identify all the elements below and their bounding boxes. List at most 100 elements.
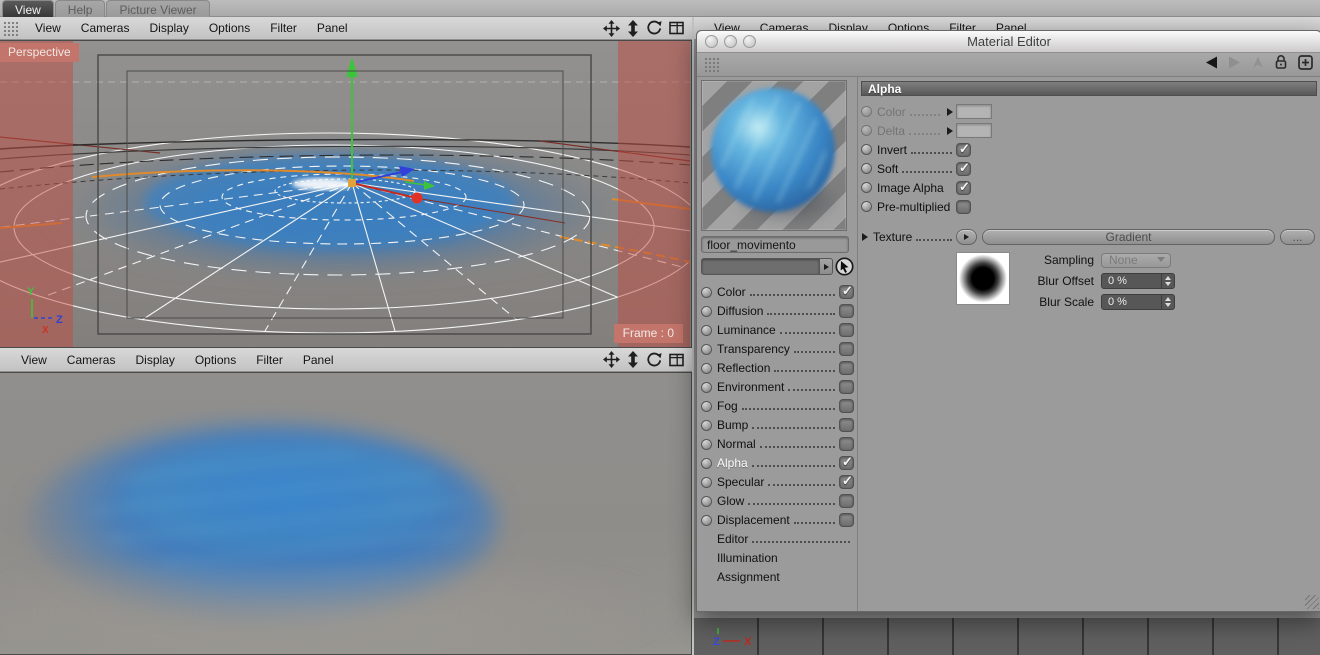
menu-item[interactable]: Options: [185, 353, 246, 367]
channel-row[interactable]: Transparency: [701, 340, 854, 359]
color-swatch[interactable]: [956, 104, 992, 119]
channel-checkbox[interactable]: [839, 513, 854, 527]
perspective-viewport[interactable]: Y Z X Perspective Frame : 0: [0, 40, 692, 348]
window-resize-grip[interactable]: [1305, 595, 1319, 609]
gradient-preview-thumbnail[interactable]: [956, 252, 1010, 305]
channel-row[interactable]: Glow: [701, 492, 854, 511]
channel-checkbox[interactable]: [839, 304, 854, 318]
layout-tab[interactable]: Picture Viewer: [106, 0, 210, 17]
channel-checkbox[interactable]: [839, 473, 854, 489]
texture-gradient-button[interactable]: Gradient: [982, 228, 1275, 245]
channel-row[interactable]: Diffusion: [701, 302, 854, 321]
history-back-icon[interactable]: [1204, 56, 1218, 74]
menu-item[interactable]: Display: [139, 21, 198, 35]
sampling-dropdown[interactable]: None: [1101, 252, 1171, 268]
channel-checkbox[interactable]: [839, 437, 854, 451]
render-viewport[interactable]: [0, 372, 692, 655]
channel-row[interactable]: Luminance: [701, 321, 854, 340]
channel-row[interactable]: Specular: [701, 473, 854, 492]
delta-swatch[interactable]: [956, 123, 992, 138]
channel-row[interactable]: Color: [701, 283, 854, 302]
image-alpha-checkbox[interactable]: [956, 179, 971, 195]
texture-slot-expand-icon[interactable]: [820, 258, 833, 275]
camera-label-badge[interactable]: Perspective: [0, 43, 79, 62]
menu-item[interactable]: Panel: [293, 353, 344, 367]
channel-radio[interactable]: [701, 438, 712, 450]
pick-material-icon[interactable]: [835, 257, 854, 276]
channel-row[interactable]: Reflection: [701, 359, 854, 378]
channel-checkbox[interactable]: [839, 361, 854, 375]
image-alpha-radio[interactable]: [861, 182, 872, 193]
channel-radio[interactable]: [701, 324, 712, 336]
expand-arrow-icon[interactable]: [947, 107, 953, 116]
channel-row[interactable]: Normal: [701, 435, 854, 454]
channel-radio[interactable]: [701, 400, 712, 412]
expand-arrow-icon[interactable]: [947, 126, 953, 135]
menu-item[interactable]: Cameras: [57, 353, 126, 367]
channel-row[interactable]: Bump: [701, 416, 854, 435]
texture-more-button[interactable]: ...: [1280, 228, 1315, 245]
history-forward-icon[interactable]: [1228, 56, 1242, 74]
premultiplied-radio[interactable]: [861, 201, 872, 212]
channel-page-row[interactable]: Illumination: [701, 549, 854, 568]
dolly-camera-icon[interactable]: [627, 351, 639, 368]
channel-radio[interactable]: [701, 362, 712, 374]
menu-item[interactable]: Cameras: [71, 21, 140, 35]
channel-radio[interactable]: [701, 419, 712, 431]
soft-radio[interactable]: [861, 163, 872, 174]
menu-item[interactable]: Filter: [246, 353, 293, 367]
dolly-camera-icon[interactable]: [627, 19, 639, 37]
menu-item[interactable]: Filter: [260, 21, 307, 35]
channel-radio[interactable]: [701, 286, 712, 298]
move-camera-icon[interactable]: [603, 19, 620, 37]
channel-radio[interactable]: [701, 305, 712, 317]
channel-row[interactable]: Fog: [701, 397, 854, 416]
texture-slot-field[interactable]: [701, 258, 820, 275]
channel-checkbox[interactable]: [839, 342, 854, 356]
rotate-camera-icon[interactable]: [646, 20, 662, 36]
channel-radio[interactable]: [701, 343, 712, 355]
channel-row[interactable]: Alpha: [701, 454, 854, 473]
rotate-camera-icon[interactable]: [646, 352, 662, 368]
premultiplied-checkbox[interactable]: [956, 199, 971, 214]
material-name-input[interactable]: [701, 236, 849, 253]
channel-radio[interactable]: [701, 514, 712, 526]
lock-icon[interactable]: [1274, 54, 1288, 75]
channel-checkbox[interactable]: [839, 454, 854, 470]
channel-radio[interactable]: [701, 381, 712, 393]
panel-grip-icon[interactable]: [704, 57, 721, 72]
toggle-view-icon[interactable]: [669, 21, 684, 35]
new-material-icon[interactable]: [1298, 54, 1313, 75]
move-camera-icon[interactable]: [603, 351, 620, 368]
channel-checkbox[interactable]: [839, 494, 854, 508]
menu-item[interactable]: View: [25, 21, 71, 35]
channel-row[interactable]: Displacement: [701, 511, 854, 530]
invert-checkbox[interactable]: [956, 141, 971, 157]
channel-row[interactable]: Environment: [701, 378, 854, 397]
blur-offset-spinner[interactable]: 0 %: [1101, 273, 1175, 289]
blur-scale-spinner[interactable]: 0 %: [1101, 294, 1175, 310]
menu-item[interactable]: Display: [125, 353, 184, 367]
invert-radio[interactable]: [861, 144, 872, 155]
channel-checkbox[interactable]: [839, 283, 854, 299]
channel-checkbox[interactable]: [839, 380, 854, 394]
channel-checkbox[interactable]: [839, 323, 854, 337]
menu-item[interactable]: View: [11, 353, 57, 367]
texture-expand-icon[interactable]: [862, 232, 868, 241]
channel-checkbox[interactable]: [839, 418, 854, 432]
channel-radio[interactable]: [701, 457, 712, 469]
layout-tab[interactable]: View: [2, 0, 54, 17]
stepper-icon[interactable]: [1161, 295, 1174, 309]
layout-tab[interactable]: Help: [54, 0, 106, 17]
channel-page-row[interactable]: Assignment: [701, 568, 854, 587]
channel-radio[interactable]: [701, 495, 712, 507]
toggle-view-icon[interactable]: [669, 353, 684, 367]
stepper-icon[interactable]: [1161, 274, 1174, 288]
menu-item[interactable]: Options: [199, 21, 260, 35]
material-preview[interactable]: [701, 80, 847, 231]
channel-page-row[interactable]: Editor: [701, 530, 854, 549]
panel-grip-icon[interactable]: [3, 20, 20, 36]
material-editor-titlebar[interactable]: Material Editor: [697, 31, 1320, 53]
menu-item[interactable]: Panel: [307, 21, 358, 35]
texture-shader-menu-button[interactable]: [956, 228, 977, 245]
